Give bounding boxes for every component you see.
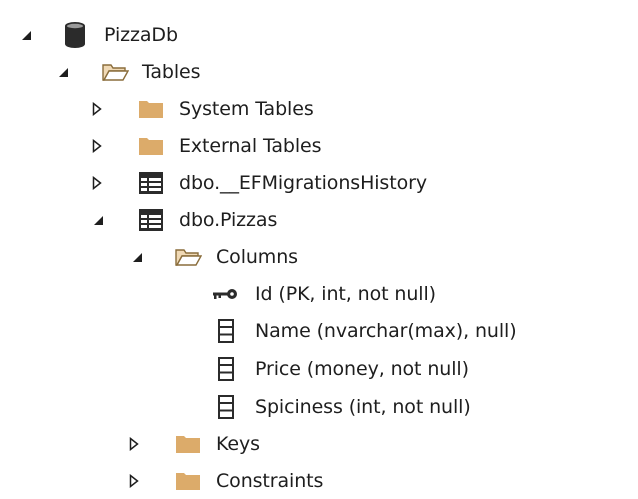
- folder-open-icon: [101, 53, 129, 90]
- tree-node-label: External Tables: [179, 134, 322, 157]
- tree-node-label: Spiciness (int, not null): [255, 395, 471, 418]
- expanded-arrow-icon[interactable]: [57, 53, 69, 90]
- table-icon: [139, 201, 163, 238]
- expanded-arrow-icon[interactable]: [20, 16, 32, 53]
- tree-node-label: dbo.__EFMigrationsHistory: [179, 171, 427, 194]
- tree-node-ef-migrations-history[interactable]: dbo.__EFMigrationsHistory: [0, 164, 638, 201]
- tree-node-keys[interactable]: Keys: [0, 425, 638, 462]
- collapsed-arrow-icon[interactable]: [92, 90, 102, 127]
- folder-icon: [175, 462, 201, 499]
- expanded-arrow-icon[interactable]: [131, 238, 143, 275]
- column-icon: [218, 388, 234, 425]
- collapsed-arrow-icon[interactable]: [129, 425, 139, 462]
- tree-node-column-price[interactable]: Price (money, not null): [0, 350, 638, 387]
- collapsed-arrow-icon[interactable]: [92, 127, 102, 164]
- tree-node-columns[interactable]: Columns: [0, 238, 638, 275]
- folder-icon: [138, 127, 164, 164]
- tree-node-label: Columns: [216, 245, 298, 268]
- tree-node-label: dbo.Pizzas: [179, 208, 278, 231]
- column-icon: [218, 312, 234, 349]
- tree-node-dbo-pizzas[interactable]: dbo.Pizzas: [0, 201, 638, 238]
- tree-node-column-name[interactable]: Name (nvarchar(max), null): [0, 312, 638, 349]
- collapsed-arrow-icon[interactable]: [92, 164, 102, 201]
- column-icon: [218, 350, 234, 387]
- tree-node-label: PizzaDb: [104, 23, 178, 46]
- table-icon: [139, 164, 163, 201]
- database-icon: [64, 16, 86, 53]
- tree-node-pizzadb[interactable]: PizzaDb: [0, 16, 638, 53]
- key-icon: [211, 275, 239, 312]
- tree-node-label: Name (nvarchar(max), null): [255, 319, 517, 342]
- folder-icon: [138, 90, 164, 127]
- tree-node-label: System Tables: [179, 97, 314, 120]
- tree-node-label: Id (PK, int, not null): [255, 282, 436, 305]
- folder-icon: [175, 425, 201, 462]
- tree-node-external-tables[interactable]: External Tables: [0, 127, 638, 164]
- tree-node-tables[interactable]: Tables: [0, 53, 638, 90]
- tree-node-label: Constraints: [216, 469, 324, 492]
- tree-node-constraints[interactable]: Constraints: [0, 462, 638, 499]
- tree-node-label: Price (money, not null): [255, 357, 469, 380]
- tree-node-column-id[interactable]: Id (PK, int, not null): [0, 275, 638, 312]
- object-explorer-tree: PizzaDb Tables System Tables External Ta…: [0, 0, 638, 497]
- tree-node-column-spiciness[interactable]: Spiciness (int, not null): [0, 388, 638, 425]
- tree-node-label: Keys: [216, 432, 260, 455]
- expanded-arrow-icon[interactable]: [92, 201, 104, 238]
- folder-open-icon: [174, 238, 202, 275]
- tree-node-system-tables[interactable]: System Tables: [0, 90, 638, 127]
- tree-node-label: Tables: [142, 60, 201, 83]
- collapsed-arrow-icon[interactable]: [129, 462, 139, 499]
